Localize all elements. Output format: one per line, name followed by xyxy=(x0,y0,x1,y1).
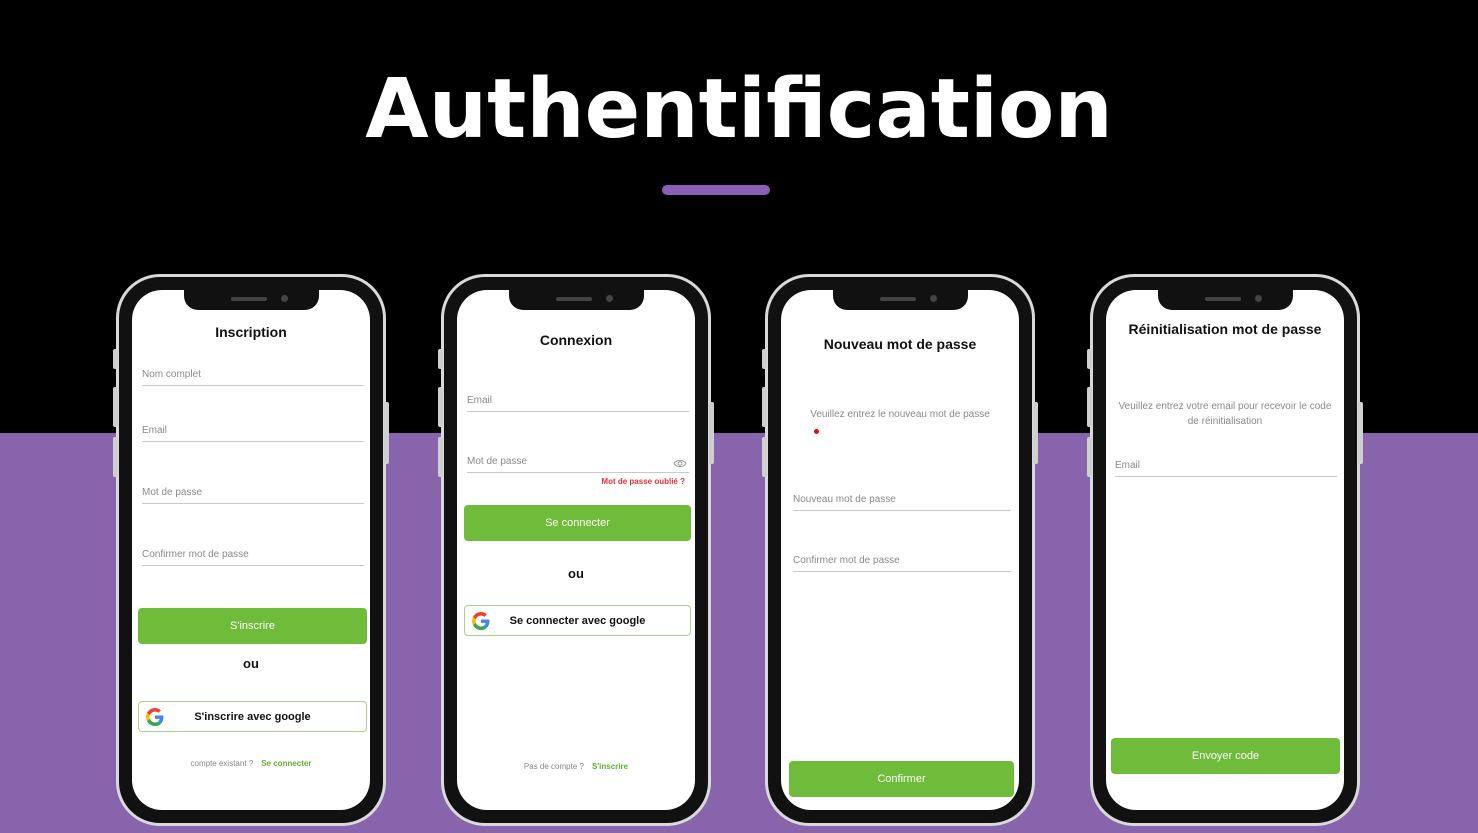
phone-notch xyxy=(833,290,968,310)
password-field[interactable]: Mot de passe xyxy=(142,486,364,504)
phone-button xyxy=(113,349,118,369)
phone-button xyxy=(1087,349,1092,369)
or-separator: ou xyxy=(568,566,584,581)
signin-link[interactable]: Se connecter xyxy=(261,759,311,768)
login-button[interactable]: Se connecter xyxy=(464,505,691,541)
signup-prompt: Pas de compte ? S'inscrire xyxy=(457,762,695,771)
phone-button xyxy=(384,402,389,464)
screen-title: Réinitialisation mot de passe xyxy=(1128,321,1322,337)
phone-button xyxy=(113,437,118,477)
full-name-field[interactable]: Nom complet xyxy=(142,368,364,386)
google-signup-button[interactable]: S'inscrire avec google xyxy=(138,701,367,732)
confirm-button[interactable]: Confirmer xyxy=(789,761,1014,797)
signup-link[interactable]: S'inscrire xyxy=(592,762,628,771)
eye-icon[interactable] xyxy=(673,459,687,468)
email-field[interactable]: Email xyxy=(142,424,364,442)
phone-button xyxy=(762,437,767,477)
field-placeholder: Email xyxy=(1115,460,1141,471)
footer-text: compte existant ? xyxy=(190,759,254,768)
red-dot xyxy=(814,429,819,434)
phone-button xyxy=(438,349,443,369)
google-login-button[interactable]: Se connecter avec google xyxy=(464,605,691,636)
confirm-password-field[interactable]: Confirmer mot de passe xyxy=(142,548,364,566)
or-separator: ou xyxy=(243,656,259,671)
phone-reinitialisation: Réinitialisation mot de passe Veuillez e… xyxy=(1087,274,1363,826)
footer-text: Pas de compte ? xyxy=(523,762,584,771)
screen-new-password: Nouveau mot de passe Veuillez entrez le … xyxy=(781,290,1019,810)
email-field[interactable]: Email xyxy=(467,394,689,412)
field-placeholder: Confirmer mot de passe xyxy=(142,549,249,560)
field-placeholder: Confirmer mot de passe xyxy=(793,555,900,566)
forgot-password-link[interactable]: Mot de passe oublié ? xyxy=(601,477,685,486)
phone-notch xyxy=(1158,290,1293,310)
phone-connexion: Connexion Email Mot de passe Mot de pass… xyxy=(438,274,714,826)
signup-button[interactable]: S'inscrire xyxy=(138,608,367,644)
screen-inscription: Inscription Nom complet Email Mot de pas… xyxy=(132,290,370,810)
phone-button xyxy=(113,387,118,427)
phone-button xyxy=(1087,437,1092,477)
password-field[interactable]: Mot de passe xyxy=(467,455,689,473)
title-underline xyxy=(662,185,770,195)
screen-connexion: Connexion Email Mot de passe Mot de pass… xyxy=(457,290,695,810)
field-placeholder: Mot de passe xyxy=(142,487,203,498)
field-placeholder: Mot de passe xyxy=(467,456,528,467)
phone-button xyxy=(709,402,714,464)
email-field[interactable]: Email xyxy=(1115,459,1337,477)
field-placeholder: Nom complet xyxy=(142,369,201,380)
field-placeholder: Nouveau mot de passe xyxy=(793,494,896,505)
phone-button xyxy=(438,437,443,477)
phone-notch xyxy=(184,290,319,310)
send-code-button[interactable]: Envoyer code xyxy=(1111,738,1340,774)
confirm-password-field[interactable]: Confirmer mot de passe xyxy=(793,554,1011,572)
phone-button xyxy=(762,387,767,427)
screen-reset-password: Réinitialisation mot de passe Veuillez e… xyxy=(1106,290,1344,810)
phone-button xyxy=(1087,387,1092,427)
field-placeholder: Email xyxy=(467,395,493,406)
phone-button xyxy=(1033,402,1038,464)
instruction-text: Veuillez entrez votre email pour recevoi… xyxy=(1118,401,1332,427)
screen-title: Inscription xyxy=(215,324,287,340)
screen-title: Nouveau mot de passe xyxy=(823,336,977,352)
phone-nouveau-mot-de-passe: Nouveau mot de passe Veuillez entrez le … xyxy=(762,274,1038,826)
phone-inscription: Inscription Nom complet Email Mot de pas… xyxy=(113,274,389,826)
phone-notch xyxy=(509,290,644,310)
google-button-label: Se connecter avec google xyxy=(509,614,646,627)
page-title: Authentification xyxy=(365,62,1113,157)
signin-prompt: compte existant ? Se connecter xyxy=(132,759,370,768)
phone-button xyxy=(1358,402,1363,464)
instruction-text: Veuillez entrez le nouveau mot de passe xyxy=(810,409,990,420)
phone-button xyxy=(438,387,443,427)
screen-title: Connexion xyxy=(539,332,613,348)
new-password-field[interactable]: Nouveau mot de passe xyxy=(793,493,1011,511)
google-button-label: S'inscrire avec google xyxy=(194,710,311,723)
field-placeholder: Email xyxy=(142,425,168,436)
phone-button xyxy=(762,349,767,369)
